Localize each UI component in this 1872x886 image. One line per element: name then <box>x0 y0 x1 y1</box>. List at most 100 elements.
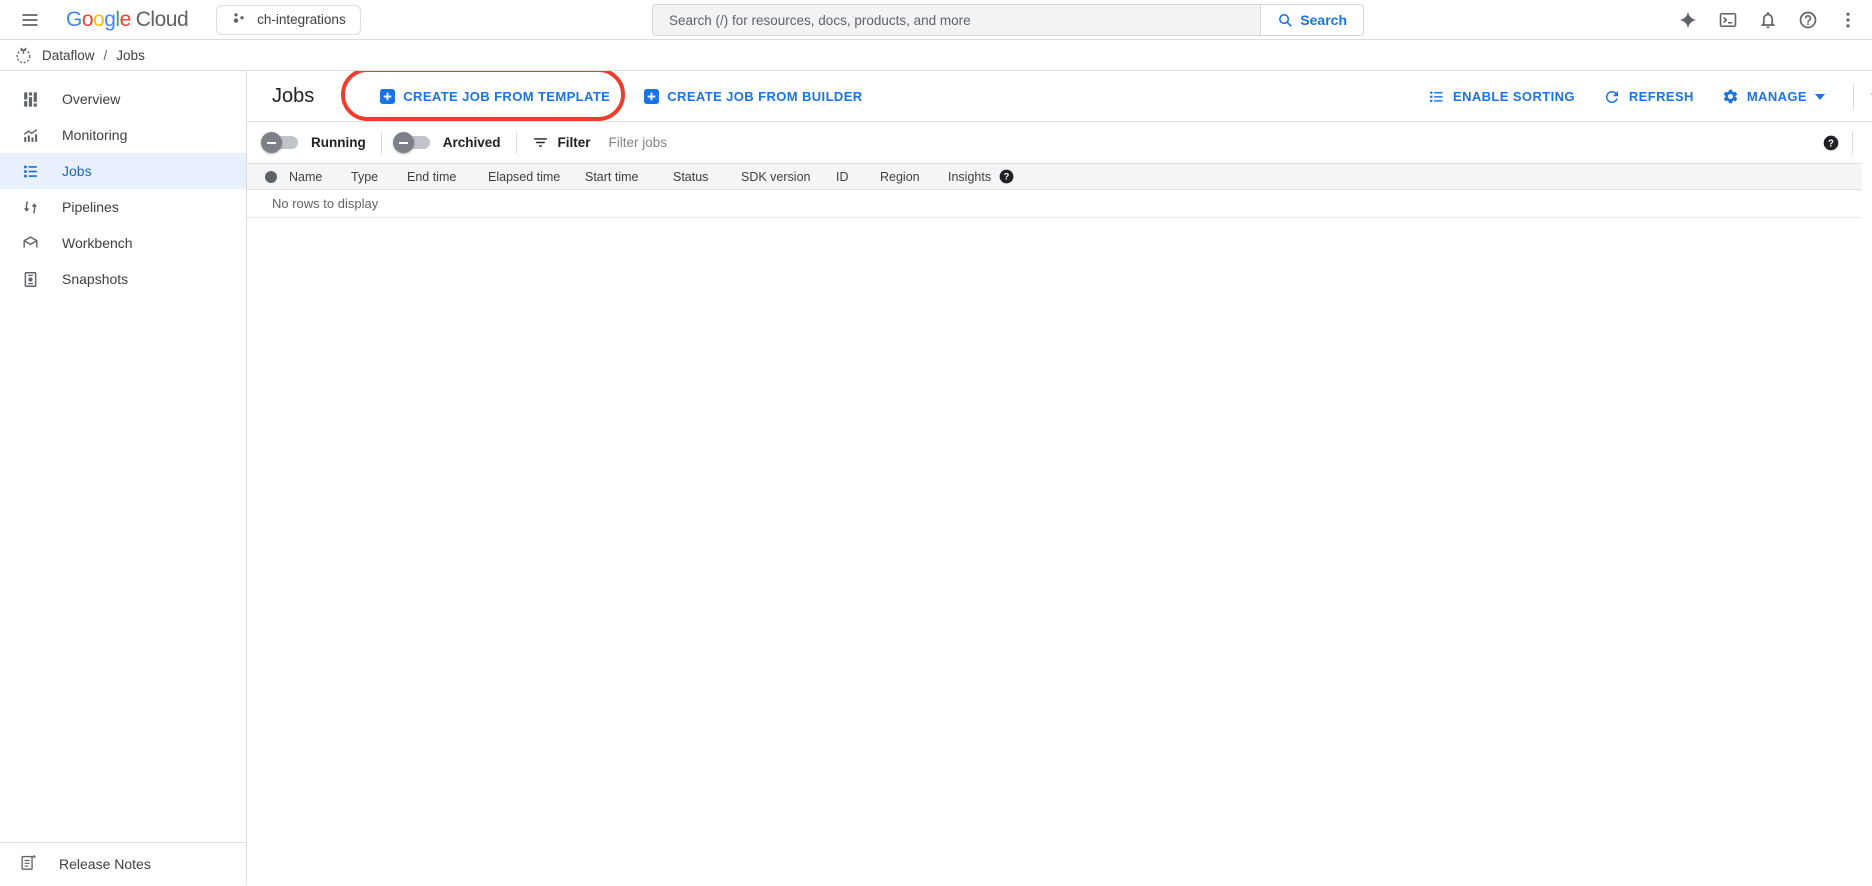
search-button-label: Search <box>1300 12 1347 28</box>
column-header-sdk-version: SDK version <box>741 170 836 184</box>
project-selector-button[interactable]: ch-integrations <box>216 5 361 35</box>
create-job-from-template-button[interactable]: CREATE JOB FROM TEMPLATE <box>380 89 610 104</box>
project-name: ch-integrations <box>257 12 346 27</box>
topbar-utilities <box>1672 4 1864 36</box>
refresh-button[interactable]: REFRESH <box>1603 88 1694 106</box>
archived-toggle[interactable] <box>397 136 430 149</box>
sidebar-item-label: Jobs <box>62 163 92 179</box>
sidebar-item-label: Monitoring <box>62 127 127 143</box>
create-job-from-builder-button[interactable]: CREATE JOB FROM BUILDER <box>644 89 862 104</box>
create-job-from-builder-label: CREATE JOB FROM BUILDER <box>667 89 862 104</box>
top-app-bar: Google Cloud ch-integrations Search <box>0 0 1872 40</box>
cloud-shell-icon[interactable] <box>1712 4 1744 36</box>
filter-right-divider <box>1852 131 1853 155</box>
column-header-id: ID <box>836 170 880 184</box>
sidebar-item-label: Overview <box>62 91 120 107</box>
filter-bar-right: ? <box>1823 131 1872 155</box>
jobs-table-header: Name Type End time Elapsed time Start ti… <box>247 163 1862 190</box>
sidebar-item-pipelines[interactable]: Pipelines <box>0 189 246 225</box>
breadcrumb-page: Jobs <box>116 48 145 63</box>
column-header-region: Region <box>880 170 948 184</box>
running-toggle[interactable] <box>265 136 298 149</box>
hamburger-menu-icon[interactable] <box>14 4 46 36</box>
sort-list-icon <box>1428 88 1445 105</box>
svg-text:?: ? <box>1828 138 1834 149</box>
breadcrumb-service[interactable]: Dataflow <box>42 48 95 63</box>
jobs-list-icon <box>19 162 41 181</box>
dashboard-icon <box>19 90 41 109</box>
enable-sorting-button[interactable]: ENABLE SORTING <box>1428 88 1575 105</box>
workbench-icon <box>19 234 41 253</box>
toolbar-divider <box>1853 84 1854 110</box>
sidebar-item-workbench[interactable]: Workbench <box>0 225 246 261</box>
filter-bar: Running Archived Filter Filter jobs ? <box>247 122 1872 163</box>
chevron-down-icon <box>1815 94 1825 100</box>
plus-icon <box>380 89 395 104</box>
search-button[interactable]: Search <box>1260 5 1363 35</box>
running-toggle-label: Running <box>311 135 366 150</box>
search-icon <box>1277 12 1294 29</box>
sidebar-item-release-notes[interactable]: Release Notes <box>0 842 246 885</box>
more-vert-icon[interactable] <box>1832 4 1864 36</box>
notifications-icon[interactable] <box>1752 4 1784 36</box>
search-bar: Search <box>652 4 1364 36</box>
page-title: Jobs <box>272 85 314 108</box>
column-header-end-time: End time <box>407 170 488 184</box>
google-cloud-logo[interactable]: Google Cloud <box>66 8 188 32</box>
help-badge-icon[interactable]: ? <box>1823 135 1839 151</box>
column-header-start-time: Start time <box>585 170 673 184</box>
manage-button[interactable]: MANAGE <box>1722 88 1825 105</box>
filter-label: Filter <box>558 135 591 150</box>
help-icon[interactable] <box>1792 4 1824 36</box>
column-header-name: Name <box>289 170 351 184</box>
manage-label: MANAGE <box>1747 89 1807 104</box>
gear-icon <box>1722 88 1739 105</box>
filter-divider <box>516 132 517 154</box>
main-content: Jobs CREATE JOB FROM TEMPLATE CREATE JOB… <box>247 71 1872 885</box>
filter-divider <box>381 132 382 154</box>
sidebar-item-label: Workbench <box>62 235 133 251</box>
dataflow-icon <box>14 46 33 65</box>
sidebar: Overview Monitoring <box>0 71 247 885</box>
release-notes-icon <box>19 853 38 875</box>
sidebar-item-jobs[interactable]: Jobs <box>0 153 246 189</box>
create-job-from-template-label: CREATE JOB FROM TEMPLATE <box>403 89 610 104</box>
column-header-elapsed-time: Elapsed time <box>488 170 585 184</box>
column-header-insights: Insights <box>948 170 991 184</box>
pipelines-icon <box>19 198 41 217</box>
archived-toggle-label: Archived <box>443 135 501 150</box>
status-dot-icon <box>265 171 277 183</box>
refresh-label: REFRESH <box>1629 89 1694 104</box>
filter-jobs-input[interactable]: Filter jobs <box>609 135 668 150</box>
sidebar-item-snapshots[interactable]: Snapshots <box>0 261 246 297</box>
monitoring-icon <box>19 126 41 145</box>
snapshots-icon <box>19 270 41 289</box>
sidebar-item-label: Snapshots <box>62 271 128 287</box>
project-icon <box>231 11 248 28</box>
insights-help-badge[interactable]: ? <box>999 169 1014 184</box>
gcp-console-window: Google Cloud ch-integrations Search <box>0 0 1872 886</box>
sidebar-footer-label: Release Notes <box>59 856 151 872</box>
sidebar-item-label: Pipelines <box>62 199 119 215</box>
refresh-icon <box>1603 88 1621 106</box>
header-actions: ENABLE SORTING REFRESH MANAGE <box>1428 71 1872 122</box>
search-input[interactable] <box>653 5 1260 35</box>
column-header-status: Status <box>673 170 741 184</box>
sidebar-item-monitoring[interactable]: Monitoring <box>0 117 246 153</box>
plus-icon <box>644 89 659 104</box>
breadcrumb-separator: / <box>104 48 108 63</box>
cloud-wordmark: Cloud <box>136 8 188 32</box>
help-badge-icon: ? <box>999 169 1014 184</box>
page-header: Jobs CREATE JOB FROM TEMPLATE CREATE JOB… <box>247 71 1872 122</box>
svg-text:?: ? <box>1004 172 1010 182</box>
column-header-type: Type <box>351 170 407 184</box>
enable-sorting-label: ENABLE SORTING <box>1453 89 1575 104</box>
breadcrumb: Dataflow / Jobs <box>0 40 1872 71</box>
filter-list-icon <box>532 134 549 151</box>
sidebar-item-overview[interactable]: Overview <box>0 81 246 117</box>
gemini-icon[interactable] <box>1672 4 1704 36</box>
toggle-knob-minus-icon <box>393 132 414 153</box>
google-logo-wordmark: Google <box>66 8 131 32</box>
toggle-knob-minus-icon <box>261 132 282 153</box>
empty-table-message: No rows to display <box>247 190 1862 218</box>
